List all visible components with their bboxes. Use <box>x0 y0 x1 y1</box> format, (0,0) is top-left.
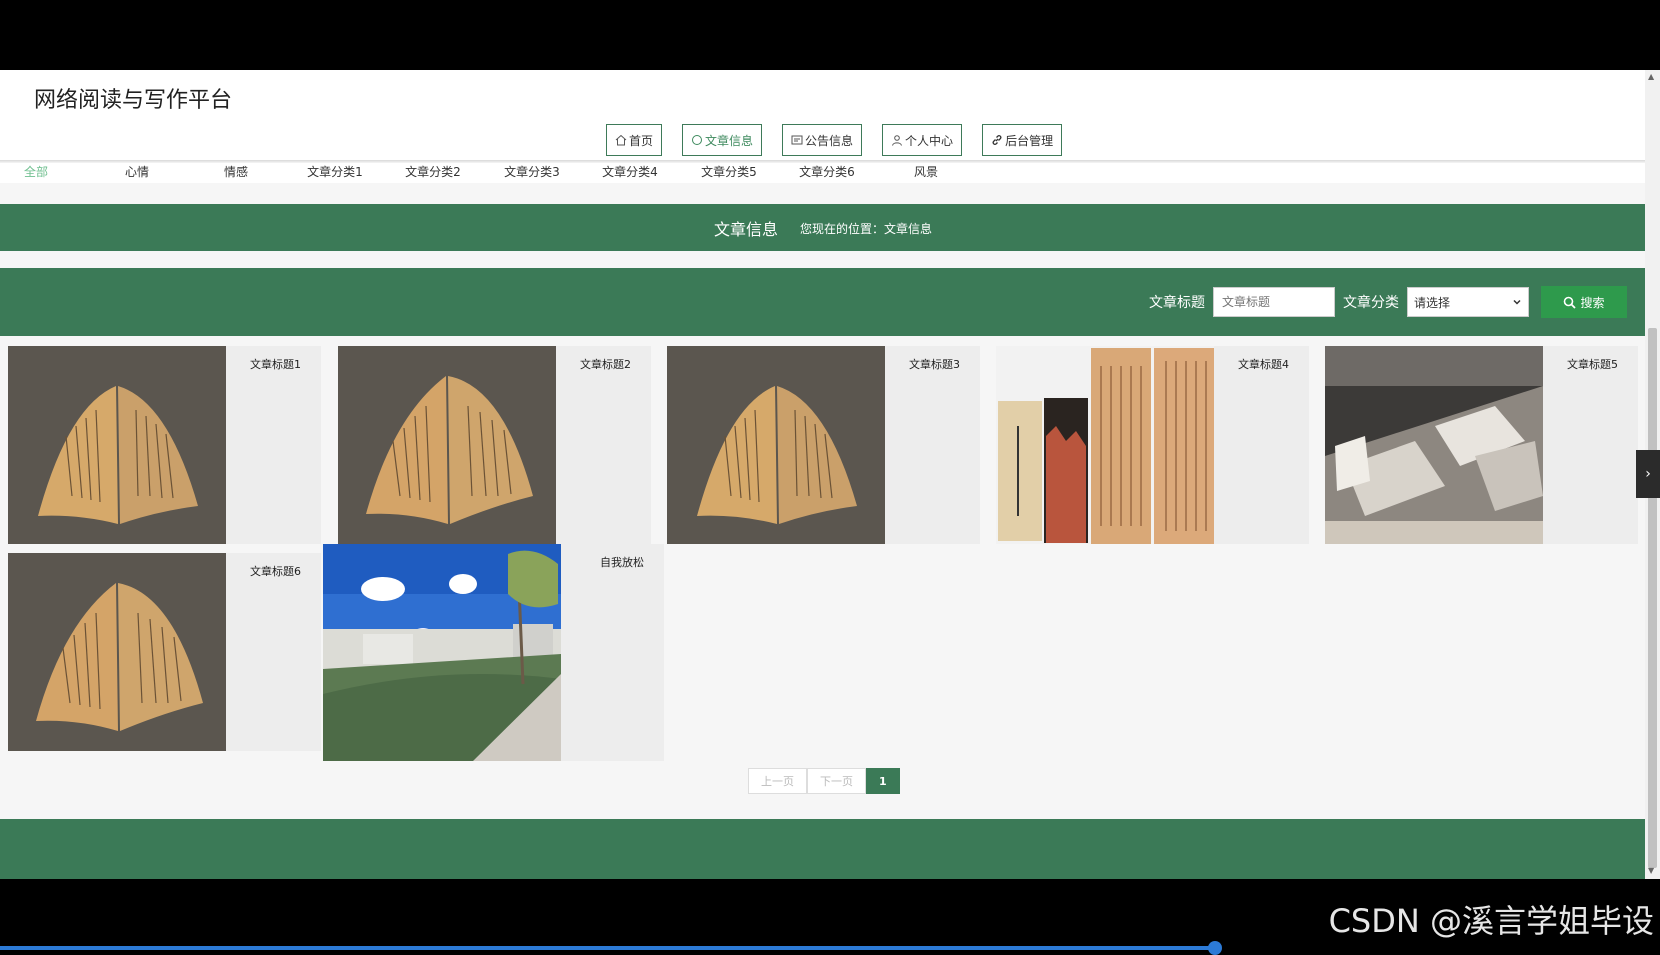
title-filter-label: 文章标题 <box>1149 295 1205 311</box>
side-expand-tab[interactable]: › <box>1636 450 1660 498</box>
nav-admin-button[interactable]: 后台管理 <box>982 124 1063 156</box>
scroll-down-icon[interactable]: ▼ <box>1648 866 1654 875</box>
article-title[interactable]: 文章标题2 <box>580 356 631 372</box>
scroll-up-icon[interactable]: ▲ <box>1648 72 1654 81</box>
category-1[interactable]: 文章分类1 <box>295 163 375 180</box>
article-title[interactable]: 文章标题4 <box>1238 356 1289 372</box>
article-thumbnail[interactable] <box>323 544 561 761</box>
main-nav: 首页 文章信息 公告信息 个人中心 后台管理 <box>606 124 1063 156</box>
article-title[interactable]: 自我放松 <box>600 554 644 570</box>
category-emotion[interactable]: 情感 <box>196 163 276 180</box>
category-3[interactable]: 文章分类3 <box>492 163 572 180</box>
site-header: 网络阅读与写作平台 首页 文章信息 公告信息 个人中心 后台管理 <box>0 70 1645 160</box>
article-title[interactable]: 文章标题6 <box>250 563 301 579</box>
pagination: 上一页 下一页 1 <box>748 768 900 794</box>
article-thumbnail[interactable] <box>996 346 1214 544</box>
category-filter-label: 文章分类 <box>1343 295 1399 311</box>
nav-articles-button[interactable]: 文章信息 <box>682 124 763 156</box>
notice-icon <box>791 135 803 145</box>
search-icon <box>1564 296 1577 309</box>
article-thumbnail[interactable] <box>1325 346 1543 544</box>
nav-home-label: 首页 <box>629 133 654 148</box>
banner-title: 文章信息 <box>714 220 779 239</box>
article-card[interactable]: 文章标题6 <box>8 553 321 751</box>
video-progress-bar[interactable] <box>0 946 1215 950</box>
search-button-label: 搜索 <box>1580 295 1605 310</box>
article-card[interactable]: 文章标题1 <box>8 346 321 544</box>
article-title[interactable]: 文章标题3 <box>909 356 960 372</box>
nav-notice-label: 公告信息 <box>805 133 854 148</box>
article-card[interactable]: 文章标题3 <box>667 346 980 544</box>
next-page-button[interactable]: 下一页 <box>807 768 866 794</box>
nav-admin-label: 后台管理 <box>1005 133 1054 148</box>
article-card[interactable]: 自我放松 <box>323 544 664 761</box>
article-thumbnail[interactable] <box>667 346 885 544</box>
search-band: 文章标题 文章分类 请选择 搜索 <box>0 268 1645 336</box>
category-select-value: 请选择 <box>1414 295 1451 310</box>
category-mood[interactable]: 心情 <box>97 163 177 180</box>
video-progress-handle[interactable] <box>1208 941 1222 955</box>
article-thumbnail[interactable] <box>8 553 226 751</box>
category-scenery[interactable]: 风景 <box>886 163 966 180</box>
search-form: 文章标题 文章分类 请选择 搜索 <box>1149 286 1627 318</box>
article-card[interactable]: 文章标题4 <box>996 346 1309 544</box>
title-search-input[interactable] <box>1213 287 1335 317</box>
category-bar: 全部 心情 情感 文章分类1 文章分类2 文章分类3 文章分类4 文章分类5 文… <box>0 163 1645 183</box>
article-card[interactable]: 文章标题2 <box>338 346 651 544</box>
watermark: CSDN @溪言学姐毕设 <box>1328 902 1654 940</box>
nav-profile-button[interactable]: 个人中心 <box>882 124 963 156</box>
category-all[interactable]: 全部 <box>0 163 76 180</box>
scrollbar-thumb[interactable] <box>1648 328 1657 868</box>
article-card[interactable]: 文章标题5 <box>1325 346 1638 544</box>
link-icon <box>992 135 1002 145</box>
home-icon <box>615 134 627 146</box>
category-2[interactable]: 文章分类2 <box>393 163 473 180</box>
category-4[interactable]: 文章分类4 <box>590 163 670 180</box>
prev-page-button[interactable]: 上一页 <box>748 768 807 794</box>
browser-page: 网络阅读与写作平台 首页 文章信息 公告信息 个人中心 后台管理 全部 心情 情… <box>0 70 1645 879</box>
site-footer <box>0 819 1645 879</box>
category-6[interactable]: 文章分类6 <box>787 163 867 180</box>
nav-notice-button[interactable]: 公告信息 <box>782 124 863 156</box>
category-select[interactable]: 请选择 <box>1407 287 1529 317</box>
article-title[interactable]: 文章标题1 <box>250 356 301 372</box>
user-icon <box>892 135 903 146</box>
breadcrumb: 您现在的位置：文章信息 <box>800 222 933 236</box>
search-button[interactable]: 搜索 <box>1541 286 1627 318</box>
page-number-button[interactable]: 1 <box>866 768 900 794</box>
chevron-down-icon <box>1513 299 1521 305</box>
page-banner: 文章信息 您现在的位置：文章信息 <box>0 204 1645 251</box>
site-title: 网络阅读与写作平台 <box>34 88 233 113</box>
article-thumbnail[interactable] <box>8 346 226 544</box>
article-thumbnail[interactable] <box>338 346 556 544</box>
category-5[interactable]: 文章分类5 <box>689 163 769 180</box>
nav-profile-label: 个人中心 <box>905 133 954 148</box>
circle-icon <box>692 135 703 145</box>
nav-home-button[interactable]: 首页 <box>606 124 663 156</box>
chevron-right-icon: › <box>1645 466 1651 482</box>
nav-articles-label: 文章信息 <box>705 133 754 148</box>
article-title[interactable]: 文章标题5 <box>1567 356 1618 372</box>
